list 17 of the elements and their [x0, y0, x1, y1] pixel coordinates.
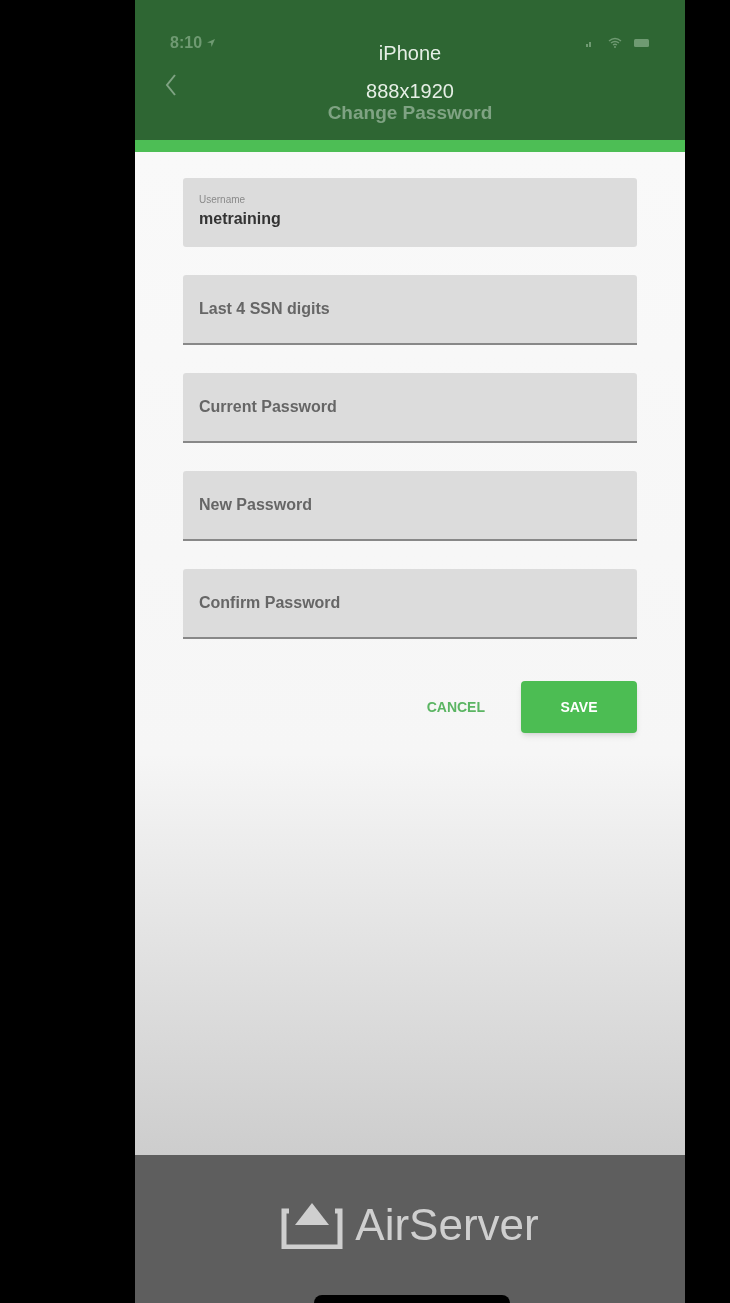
device-name: iPhone	[378, 43, 442, 63]
input-field[interactable]: Username metraining	[183, 178, 637, 247]
input-field[interactable]: New Password	[183, 471, 637, 541]
brand-name: AirServer	[355, 1203, 539, 1247]
back-icon[interactable]	[165, 73, 177, 97]
input-field[interactable]: Confirm Password	[183, 569, 637, 639]
status-time: 8:10	[170, 32, 203, 53]
save-button[interactable]: SAVE	[521, 681, 637, 733]
device-resolution: 888x1920	[366, 81, 454, 101]
input-field[interactable]: Current Password	[183, 373, 637, 443]
cancel-button[interactable]: CANCEL	[422, 696, 489, 718]
screen-mirroring-icon	[281, 1201, 344, 1249]
battery-icon	[634, 37, 650, 48]
input-field[interactable]: Last 4 SSN digits	[183, 275, 637, 345]
location-arrow-icon	[206, 37, 217, 48]
screen-title: Change Password	[327, 103, 493, 122]
wifi-icon	[608, 37, 622, 48]
